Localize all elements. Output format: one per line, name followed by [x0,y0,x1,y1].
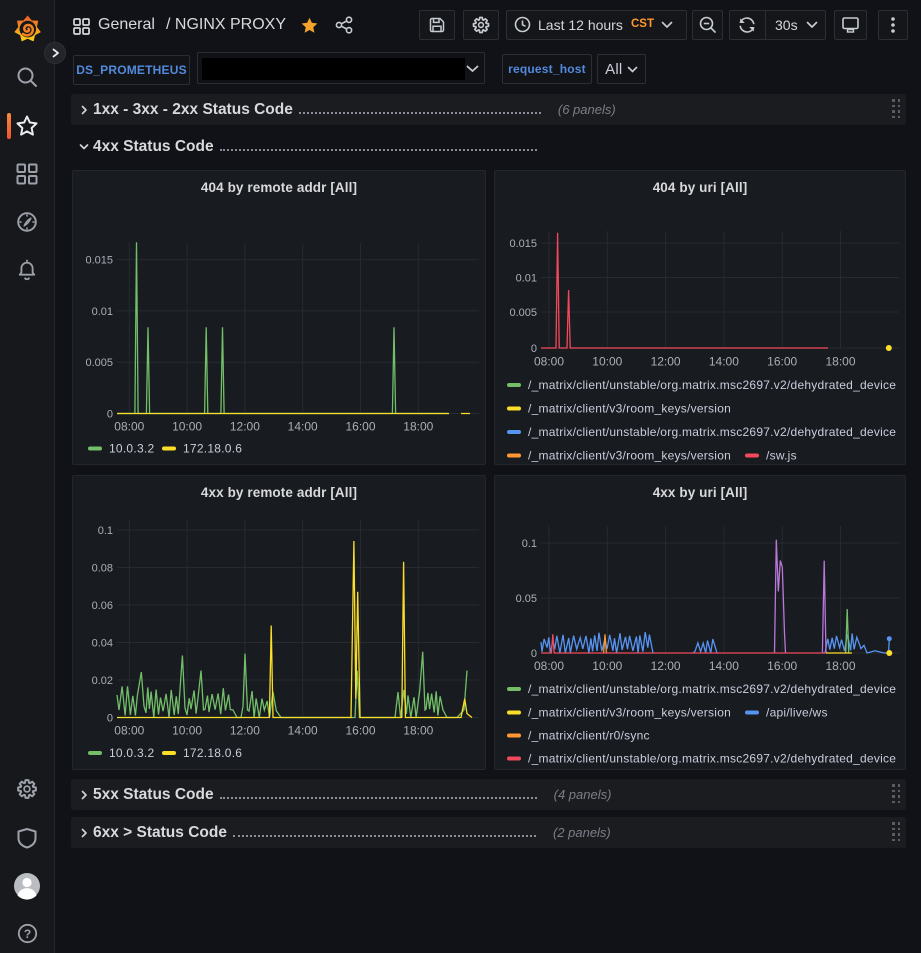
svg-text:16:00: 16:00 [767,659,797,673]
svg-text:12:00: 12:00 [651,355,681,369]
svg-text:12:00: 12:00 [230,420,260,434]
svg-text:12:00: 12:00 [230,724,260,738]
svg-text:/_matrix/client/unstable/org.m: /_matrix/client/unstable/org.matrix.msc2… [528,378,896,392]
svg-text:172.18.0.6: 172.18.0.6 [183,746,242,760]
svg-text:0.04: 0.04 [92,638,113,650]
svg-text:10:00: 10:00 [592,659,622,673]
svg-text:10:00: 10:00 [592,355,622,369]
svg-text:0.1: 0.1 [98,525,113,537]
svg-text:12:00: 12:00 [651,659,681,673]
svg-text:0: 0 [531,343,537,355]
svg-text:18:00: 18:00 [825,659,855,673]
svg-text:0.02: 0.02 [92,675,113,687]
svg-text:0: 0 [107,713,113,725]
svg-text:10.0.3.2: 10.0.3.2 [109,746,154,760]
svg-text:?: ? [24,927,31,941]
svg-text:16:00: 16:00 [767,355,797,369]
svg-text:0.005: 0.005 [509,307,537,319]
svg-text:/_matrix/client/unstable/org.m: /_matrix/client/unstable/org.matrix.msc2… [528,752,896,766]
svg-text:0.06: 0.06 [92,600,113,612]
svg-text:0.015: 0.015 [509,238,537,250]
svg-text:10:00: 10:00 [172,420,202,434]
svg-text:14:00: 14:00 [709,659,739,673]
svg-text:0.1: 0.1 [522,538,537,550]
svg-text:14:00: 14:00 [288,724,318,738]
svg-text:18:00: 18:00 [403,420,433,434]
svg-text:0: 0 [107,409,113,421]
svg-text:/_matrix/client/r0/sync: /_matrix/client/r0/sync [528,729,650,743]
svg-text:/_matrix/client/v3/room_keys/v: /_matrix/client/v3/room_keys/version [528,449,731,463]
svg-text:18:00: 18:00 [825,355,855,369]
svg-text:14:00: 14:00 [288,420,318,434]
svg-text:172.18.0.6: 172.18.0.6 [183,442,242,456]
svg-text:0.005: 0.005 [85,357,113,369]
svg-text:08:00: 08:00 [114,420,144,434]
svg-text:16:00: 16:00 [345,420,375,434]
svg-text:/sw.js: /sw.js [766,449,797,463]
svg-text:10:00: 10:00 [172,724,202,738]
svg-text:08:00: 08:00 [534,659,564,673]
svg-text:0.015: 0.015 [85,255,113,267]
svg-text:08:00: 08:00 [114,724,144,738]
svg-text:18:00: 18:00 [403,724,433,738]
svg-text:16:00: 16:00 [345,724,375,738]
svg-text:08:00: 08:00 [534,355,564,369]
svg-text:0.01: 0.01 [92,306,113,318]
svg-text:/_matrix/client/v3/room_keys/v: /_matrix/client/v3/room_keys/version [528,706,731,720]
svg-text:/api/live/ws: /api/live/ws [766,706,828,720]
svg-text:0.01: 0.01 [516,273,537,285]
svg-text:/_matrix/client/unstable/org.m: /_matrix/client/unstable/org.matrix.msc2… [528,425,896,439]
svg-text:0.05: 0.05 [516,593,537,605]
svg-text:/_matrix/client/unstable/org.m: /_matrix/client/unstable/org.matrix.msc2… [528,682,896,696]
svg-text:0.08: 0.08 [92,563,113,575]
svg-text:14:00: 14:00 [709,355,739,369]
svg-text:/_matrix/client/v3/room_keys/v: /_matrix/client/v3/room_keys/version [528,402,731,416]
svg-text:10.0.3.2: 10.0.3.2 [109,442,154,456]
